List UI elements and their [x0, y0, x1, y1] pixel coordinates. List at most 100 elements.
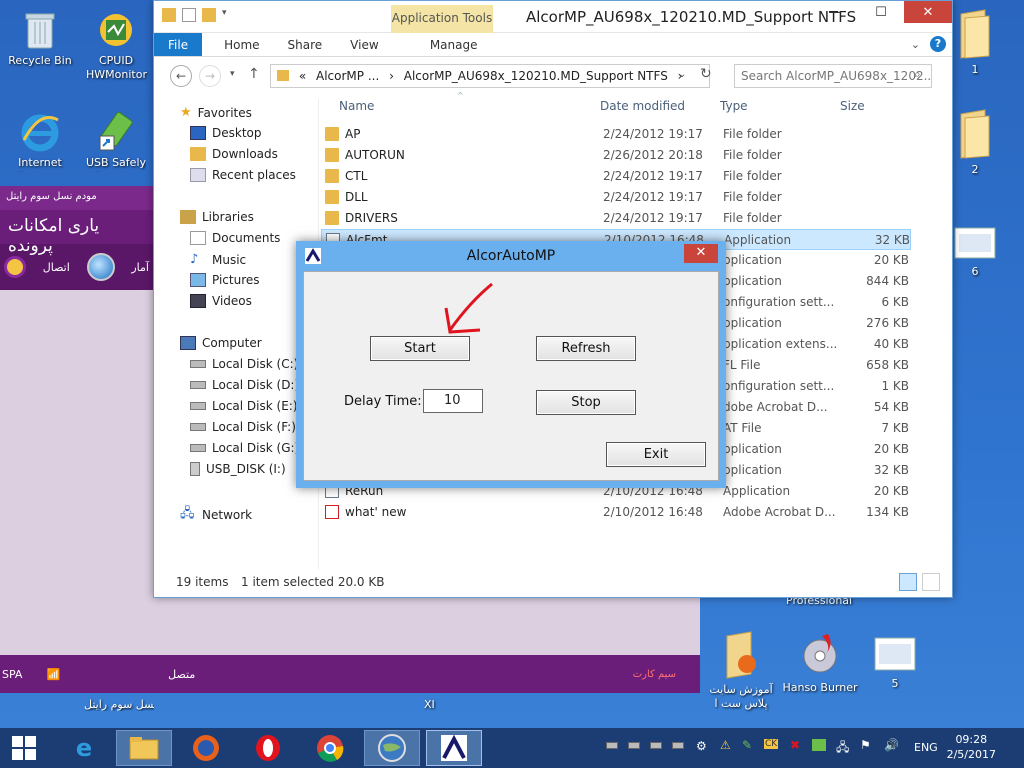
nav-disk-d[interactable]: Local Disk (D:)	[190, 378, 299, 392]
nav-videos[interactable]: Videos	[190, 294, 252, 308]
nav-disk-e[interactable]: Local Disk (E:)	[190, 399, 298, 413]
nav-music[interactable]: ♪ Music	[190, 252, 246, 267]
address-segment-parent[interactable]: AlcorMP ...	[316, 69, 379, 83]
address-separator[interactable]: ›	[389, 69, 394, 83]
nav-network[interactable]: 🖧 Network	[180, 504, 252, 526]
column-name[interactable]: Name	[339, 99, 374, 113]
desktop-folder-2[interactable]: 2	[950, 108, 1000, 176]
desktop-folder-1[interactable]: 1	[950, 8, 1000, 76]
file-row[interactable]: DLL 2/24/2012 19:17 File folder	[321, 187, 911, 208]
clock[interactable]: 09:28 2/5/2017	[947, 732, 996, 762]
nav-videos-label: Videos	[212, 294, 252, 308]
tray-drive-icon[interactable]	[628, 742, 640, 749]
tray-language[interactable]: ENG	[914, 741, 938, 754]
tab-view[interactable]: View	[336, 33, 392, 56]
start-menu-button[interactable]	[0, 730, 48, 766]
forward-button[interactable]: →	[199, 65, 221, 87]
tray-nvidia-icon[interactable]	[812, 739, 826, 751]
back-button[interactable]: ←	[170, 65, 192, 87]
column-size[interactable]: Size	[840, 99, 865, 113]
column-date[interactable]: Date modified	[600, 99, 685, 113]
nav-favorites[interactable]: ★ Favorites	[180, 105, 252, 120]
taskbar-firefox[interactable]	[178, 730, 234, 766]
cpuid-hwmonitor-shortcut[interactable]: CPUID HWMonitor	[76, 8, 156, 82]
nav-disk-f[interactable]: Local Disk (F:)	[190, 420, 296, 434]
nav-libraries[interactable]: Libraries	[180, 210, 254, 224]
desktop-shortcut-learning-site[interactable]: آموزش سایت پلاس ست ا	[706, 630, 776, 711]
search-icon[interactable]: ⌕	[914, 67, 921, 82]
globe-connect-icon[interactable]	[86, 253, 115, 281]
tray-warning-icon[interactable]: ⚠	[720, 738, 731, 752]
tray-drive-icon[interactable]	[606, 742, 618, 749]
hanso-burner-shortcut[interactable]: Hanso Burner	[780, 630, 860, 694]
taskbar-alcor-automp[interactable]	[426, 730, 482, 766]
usb-safely-remove-shortcut[interactable]: USB Safely Remove	[76, 110, 156, 172]
close-button[interactable]: ✕	[904, 1, 952, 23]
minimize-button[interactable]: —	[812, 1, 858, 23]
chevron-down-icon[interactable]: ▾	[222, 8, 232, 22]
taskbar-file-explorer[interactable]	[116, 730, 172, 766]
tray-ck-icon[interactable]: CK	[764, 739, 779, 749]
address-segment-current[interactable]: AlcorMP_AU698x_120210.MD_Support NTFS	[404, 69, 668, 83]
nav-recent-places[interactable]: Recent places	[190, 168, 296, 182]
details-view-icon[interactable]	[899, 573, 917, 591]
up-button[interactable]: ↑	[248, 66, 260, 82]
recent-locations-icon[interactable]: ▾	[230, 69, 235, 79]
delay-time-input[interactable]: 10	[423, 389, 483, 413]
tray-x-icon[interactable]: ✖	[790, 738, 800, 752]
tray-volume-icon[interactable]: 🔊	[884, 738, 899, 752]
tab-home[interactable]: Home	[202, 33, 273, 56]
maximize-button[interactable]: ☐	[858, 1, 904, 23]
taskbar-opera[interactable]	[240, 730, 296, 766]
address-overflow[interactable]: «	[299, 69, 306, 83]
file-row[interactable]: AUTORUN 2/26/2012 20:18 File folder	[321, 145, 911, 166]
tab-manage[interactable]: Manage	[403, 33, 505, 56]
column-type[interactable]: Type	[720, 99, 748, 113]
refresh-icon[interactable]: ↻	[700, 66, 712, 82]
tray-network-blocked-icon[interactable]: 🖧	[836, 738, 849, 759]
address-dropdown-icon[interactable]: ⌄	[678, 69, 686, 80]
stop-button[interactable]: Stop	[536, 390, 636, 415]
nav-desktop[interactable]: Desktop	[190, 126, 262, 140]
taskbar-globe-app[interactable]	[364, 730, 420, 766]
help-icon[interactable]: ?	[930, 36, 946, 52]
recycle-bin-shortcut[interactable]: Recycle Bin	[0, 8, 80, 67]
search-input[interactable]: Search AlcorMP_AU698x_1202...	[734, 64, 932, 88]
desktop-folder-2-label: 2	[971, 163, 979, 176]
star-icon: ★	[180, 105, 192, 120]
tray-gear-icon[interactable]: ⚙	[696, 739, 707, 753]
taskbar-chrome[interactable]	[302, 730, 358, 766]
nav-computer[interactable]: Computer	[180, 336, 262, 350]
nav-disk-g[interactable]: Local Disk (G:)	[190, 441, 299, 455]
large-icons-view-icon[interactable]	[922, 573, 940, 591]
dialog-close-button[interactable]: ✕	[684, 244, 718, 263]
connect-label[interactable]: اتصال	[43, 261, 70, 274]
file-row[interactable]: what' new 2/10/2012 16:48 Adobe Acrobat D.…	[321, 502, 911, 523]
taskbar-internet-explorer[interactable]: e	[56, 730, 112, 766]
tray-drive-icon[interactable]	[672, 742, 684, 749]
connect-icon[interactable]	[4, 256, 26, 278]
file-row[interactable]: CTL 2/24/2012 19:17 File folder	[321, 166, 911, 187]
address-bar[interactable]: « AlcorMP ... › AlcorMP_AU698x_120210.MD…	[270, 64, 710, 88]
tray-drive-icon[interactable]	[650, 742, 662, 749]
nav-documents[interactable]: Documents	[190, 231, 280, 245]
nav-downloads[interactable]: Downloads	[190, 147, 278, 161]
desktop-file-5[interactable]: 5	[870, 636, 920, 690]
tray-edit-icon[interactable]: ✎	[742, 738, 752, 752]
nav-usb-disk[interactable]: USB_DISK (I:)	[190, 462, 286, 476]
tray-flag-icon[interactable]: ⚑	[860, 738, 871, 752]
tab-share[interactable]: Share	[274, 33, 337, 56]
expand-ribbon-icon[interactable]: ⌄	[911, 38, 920, 51]
stats-label[interactable]: آمار	[131, 261, 149, 274]
nav-pictures[interactable]: Pictures	[190, 273, 260, 287]
new-folder-icon[interactable]	[202, 8, 216, 22]
tab-file[interactable]: File	[154, 33, 203, 56]
file-row[interactable]: AP 2/24/2012 19:17 File folder	[321, 124, 911, 145]
internet-explorer-shortcut[interactable]: Internet Explorer	[0, 110, 80, 172]
file-row[interactable]: DRIVERS 2/24/2012 19:17 File folder	[321, 208, 911, 229]
properties-icon[interactable]	[182, 8, 196, 22]
refresh-button[interactable]: Refresh	[536, 336, 636, 361]
desktop-file-6[interactable]: 6	[950, 226, 1000, 278]
exit-button[interactable]: Exit	[606, 442, 706, 467]
nav-disk-c[interactable]: Local Disk (C:)	[190, 357, 298, 371]
